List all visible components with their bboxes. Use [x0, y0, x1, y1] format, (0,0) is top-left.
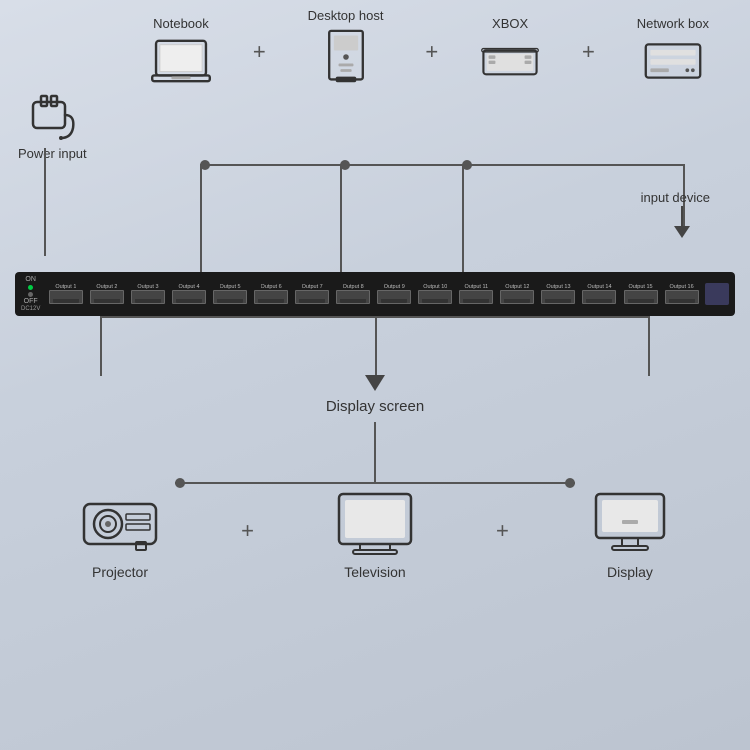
- display-icon: [590, 490, 670, 558]
- hdmi-port-4: Output 4: [169, 284, 208, 304]
- top-drop-left: [200, 165, 202, 272]
- network-box-group: Network box: [637, 16, 709, 85]
- arrow-shaft: [681, 206, 683, 226]
- bar-on-label: ON: [25, 276, 36, 284]
- bar-switch-dots: [28, 285, 33, 297]
- display-vertical-line: [374, 422, 376, 482]
- display-screen-arrow: [365, 375, 385, 391]
- hdmi-port-14: Output 14: [580, 284, 619, 304]
- power-vertical-line: [44, 148, 46, 256]
- power-input-group: Power input: [18, 88, 87, 161]
- bracket-right: [648, 316, 650, 376]
- television-label: Television: [344, 564, 405, 580]
- hdmi-port-7: Output 7: [293, 284, 332, 304]
- bracket-center: [375, 316, 377, 376]
- bar-voltage: DC12V: [21, 306, 40, 312]
- top-drop-center-left: [340, 165, 342, 272]
- network-box-icon: [643, 37, 703, 85]
- hdmi-port-10: Output 10: [416, 284, 455, 304]
- top-devices-row: Notebook + Desktop host + XB: [130, 0, 730, 85]
- display-screen-label: Display screen: [326, 398, 424, 415]
- network-box-label: Network box: [637, 16, 709, 31]
- top-horizontal-line: [200, 164, 685, 166]
- hdmi-port-3: Output 3: [128, 284, 167, 304]
- xbox-group: XBOX: [480, 16, 540, 85]
- hdmi-port-11: Output 11: [457, 284, 496, 304]
- hdmi-port-9: Output 9: [375, 284, 414, 304]
- bottom-horizontal-line: [175, 482, 575, 484]
- diagram: Notebook + Desktop host + XB: [0, 0, 750, 750]
- hdmi-port-16: Output 16: [662, 284, 701, 304]
- desktop-group: Desktop host: [308, 8, 384, 85]
- hdmi-port-6: Output 6: [252, 284, 291, 304]
- hdmi-port-8: Output 8: [334, 284, 373, 304]
- power-icon: [25, 88, 79, 142]
- notebook-label: Notebook: [153, 16, 209, 31]
- display-group: Display: [590, 490, 670, 580]
- power-label: Power input: [18, 146, 87, 161]
- led-green: [28, 285, 33, 290]
- bottom-devices-row: Projector + Television + Display: [80, 490, 670, 580]
- notebook-icon: [151, 37, 211, 85]
- led-off: [28, 292, 33, 297]
- notebook-group: Notebook: [151, 16, 211, 85]
- input-arrow: [674, 206, 690, 238]
- bottom-dot-right: [565, 478, 575, 488]
- bottom-plus-2: +: [496, 518, 509, 544]
- plus-2: +: [425, 39, 438, 71]
- projector-icon: [80, 490, 160, 558]
- hdmi-port-5: Output 5: [211, 284, 250, 304]
- plus-1: +: [253, 39, 266, 71]
- bar-off-label: OFF: [24, 298, 38, 306]
- xbox-label: XBOX: [492, 16, 528, 31]
- xbox-icon: [480, 37, 540, 85]
- arrow-head: [674, 226, 690, 238]
- bottom-dot-left: [175, 478, 185, 488]
- output-bracket: [100, 316, 650, 376]
- hdmi-port-2: Output 2: [87, 284, 126, 304]
- plus-3: +: [582, 39, 595, 71]
- arrow-triangle: [365, 375, 385, 391]
- hdmi-port-13: Output 13: [539, 284, 578, 304]
- hdmi-port-12: Output 12: [498, 284, 537, 304]
- desktop-icon: [316, 29, 376, 85]
- top-drop-center-right: [462, 165, 464, 272]
- input-device-label: input device: [641, 190, 710, 205]
- projector-label: Projector: [92, 564, 148, 580]
- hdmi-port-1: Output 1: [46, 284, 85, 304]
- bar-left-controls: ON OFF DC12V: [21, 276, 40, 312]
- hdmi-port-15: Output 15: [621, 284, 660, 304]
- bar-right-button[interactable]: [705, 283, 729, 305]
- bracket-left: [100, 316, 102, 376]
- television-group: Television: [335, 490, 415, 580]
- desktop-label: Desktop host: [308, 8, 384, 23]
- projector-group: Projector: [80, 490, 160, 580]
- device-bar: ON OFF DC12V Output 1 Output 2 Output 3 …: [15, 272, 735, 316]
- bottom-plus-1: +: [241, 518, 254, 544]
- display-label: Display: [607, 564, 653, 580]
- television-icon: [335, 490, 415, 558]
